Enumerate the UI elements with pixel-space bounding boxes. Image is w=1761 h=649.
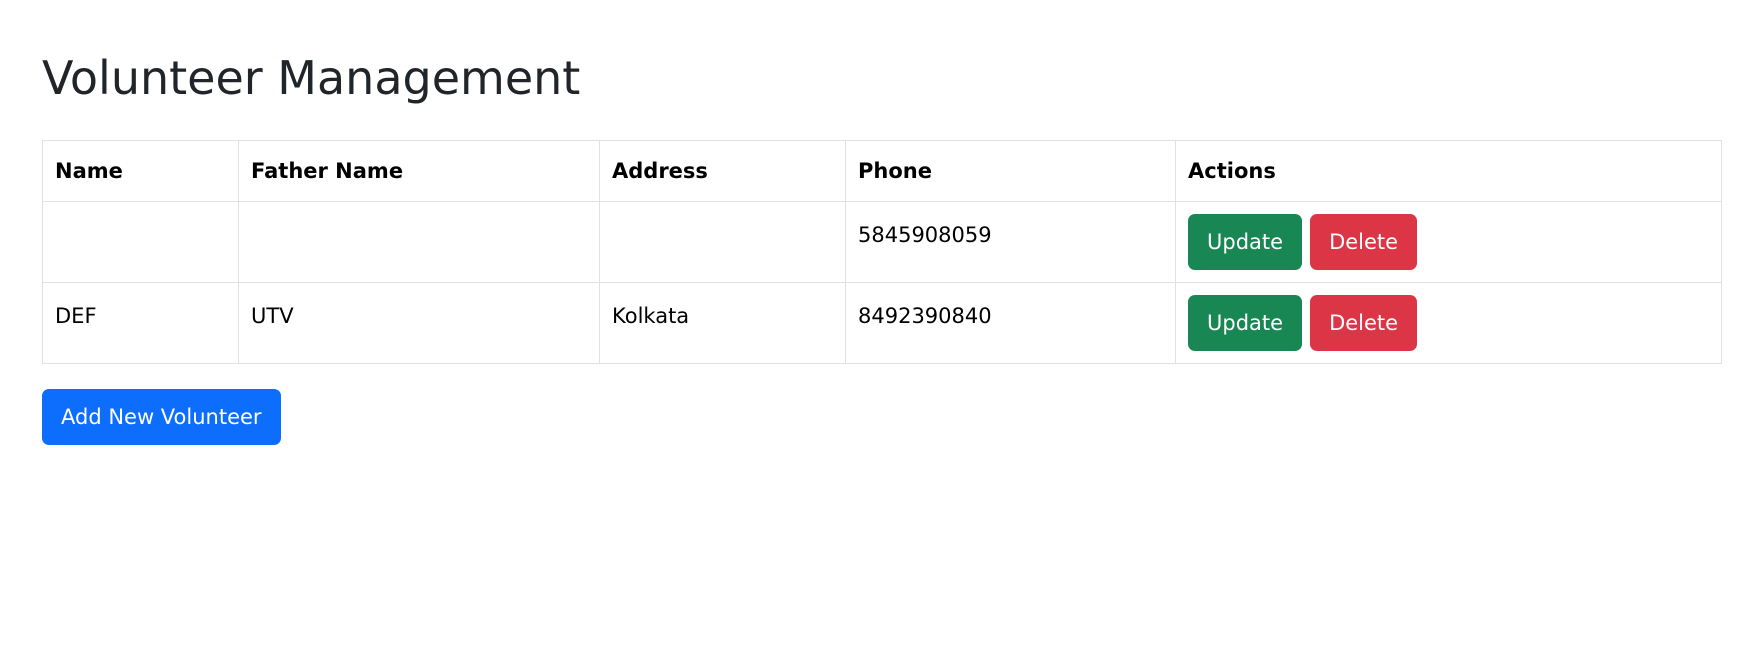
cell-name (42, 201, 239, 283)
delete-button[interactable]: Delete (1310, 295, 1418, 351)
phone-text: 8492390840 (858, 304, 992, 328)
name-text: DEF (55, 304, 97, 328)
header-father-name: Father Name (238, 140, 600, 202)
cell-address (599, 201, 846, 283)
page-title: Volunteer Management (42, 51, 581, 105)
cell-name: DEF (42, 282, 239, 364)
cell-phone: 5845908059 (845, 201, 1176, 283)
phone-text: 5845908059 (858, 223, 992, 247)
table-header-row: Name Father Name Address Phone Actions (42, 140, 1722, 202)
cell-actions: Update Delete (1175, 282, 1722, 364)
header-phone: Phone (845, 140, 1176, 202)
address-text (612, 203, 833, 222)
cell-father-name: UTV (238, 282, 600, 364)
father-name-text (251, 203, 587, 222)
header-address: Address (599, 140, 846, 202)
header-name: Name (42, 140, 239, 202)
cell-phone: 8492390840 (845, 282, 1176, 364)
cell-actions: Update Delete (1175, 201, 1722, 283)
cell-address: Kolkata (599, 282, 846, 364)
address-text: Kolkata (612, 304, 690, 328)
father-name-text: UTV (251, 304, 294, 328)
table-row: 5845908059 Update Delete (42, 201, 1722, 283)
header-actions: Actions (1175, 140, 1722, 202)
update-button[interactable]: Update (1188, 295, 1303, 351)
volunteer-table: Name Father Name Address Phone Actions 5… (42, 140, 1722, 364)
delete-button[interactable]: Delete (1310, 214, 1418, 270)
table-row: DEF UTV Kolkata 8492390840 Update Delete (42, 282, 1722, 364)
actions-group: Update Delete (1188, 284, 1709, 351)
cell-father-name (238, 201, 600, 283)
add-new-volunteer-button[interactable]: Add New Volunteer (42, 389, 281, 445)
name-text (55, 203, 226, 222)
actions-group: Update Delete (1188, 203, 1709, 270)
update-button[interactable]: Update (1188, 214, 1303, 270)
